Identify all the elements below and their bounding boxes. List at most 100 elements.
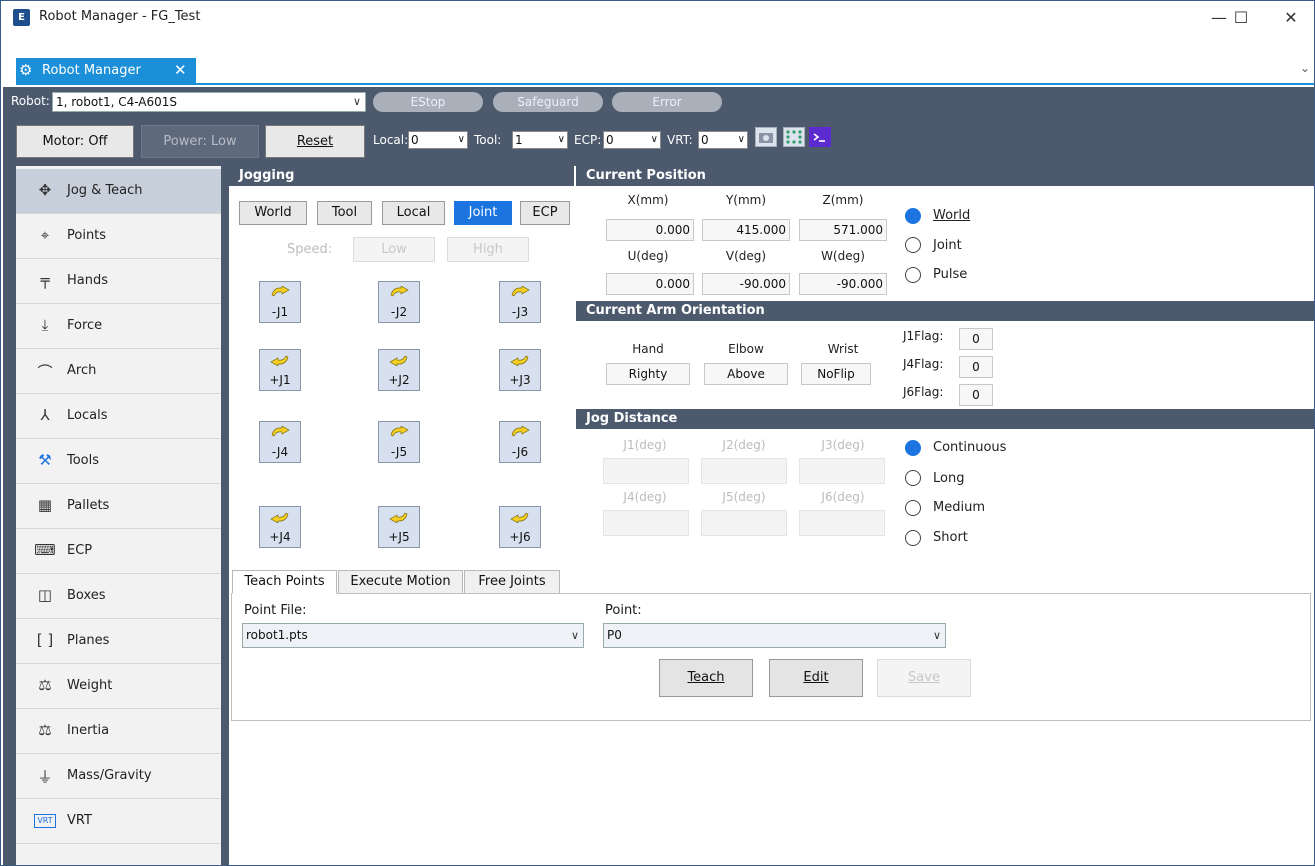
distance-long-radio[interactable] xyxy=(905,470,921,486)
maximize-button[interactable]: ☐ xyxy=(1221,5,1261,31)
distance-short-radio[interactable] xyxy=(905,530,921,546)
jog-minus-j4-button[interactable]: -J4 xyxy=(259,421,301,463)
distance-medium-radio[interactable] xyxy=(905,500,921,516)
sidebar-item-planes[interactable]: [ ] Planes xyxy=(16,619,221,664)
tab-execute-motion[interactable]: Execute Motion xyxy=(338,570,463,594)
position-joint-radio[interactable] xyxy=(905,237,921,253)
reset-button-label: Reset xyxy=(296,134,334,149)
app-icon: E xyxy=(13,9,30,26)
v-header: V(deg) xyxy=(725,249,767,263)
jog-plus-j1-button[interactable]: +J1 xyxy=(259,349,301,391)
z-value: 571.000 xyxy=(799,219,887,241)
j5-distance-input[interactable] xyxy=(701,510,787,536)
wrist-value: NoFlip xyxy=(801,363,871,385)
jog-mode-world-button[interactable]: World xyxy=(239,201,307,225)
sidebar-item-label: Planes xyxy=(67,633,110,648)
tool-select[interactable]: 1 ∨ xyxy=(512,131,568,149)
sidebar-item-vrt[interactable]: VRT VRT xyxy=(16,799,221,844)
tab-overflow-chevron-icon[interactable]: ⌄ xyxy=(1300,61,1310,75)
robot-manager-tab-icon: ⚙ xyxy=(19,61,33,79)
planes-icon: [ ] xyxy=(36,631,54,649)
rotate-arrow-icon xyxy=(270,512,289,523)
j1flag-label: J1Flag: xyxy=(903,329,944,343)
j6-distance-input[interactable] xyxy=(799,510,885,536)
jog-button-label: -J5 xyxy=(390,445,408,459)
reset-button[interactable]: Reset xyxy=(265,125,365,158)
position-pulse-radio[interactable] xyxy=(905,267,921,283)
sidebar-item-inertia[interactable]: ⚖ Inertia xyxy=(16,709,221,754)
sidebar-item-points[interactable]: ⌖ Points xyxy=(16,214,221,259)
jog-plus-j3-button[interactable]: +J3 xyxy=(499,349,541,391)
jog-minus-j2-button[interactable]: -J2 xyxy=(378,281,420,323)
power-button[interactable]: Power: Low xyxy=(141,125,259,158)
camera-button[interactable] xyxy=(755,127,777,147)
jog-minus-j3-button[interactable]: -J3 xyxy=(499,281,541,323)
j4-distance-input[interactable] xyxy=(603,510,689,536)
jog-minus-j6-button[interactable]: -J6 xyxy=(499,421,541,463)
position-world-radio[interactable] xyxy=(905,208,921,224)
save-button[interactable]: Save xyxy=(877,659,971,697)
sidebar-item-hands[interactable]: ╤ Hands xyxy=(16,259,221,304)
ecp-select[interactable]: 0 ∨ xyxy=(603,131,661,149)
tab-robot-manager[interactable]: ⚙ Robot Manager ✕ xyxy=(16,58,196,84)
sidebar-item-tools[interactable]: ⚒ Tools xyxy=(16,439,221,484)
sidebar-item-label: Inertia xyxy=(67,723,110,738)
point-file-value: robot1.pts xyxy=(246,628,308,642)
motor-button[interactable]: Motor: Off xyxy=(16,125,134,158)
vrt-label: VRT: xyxy=(667,133,693,147)
close-button[interactable]: ✕ xyxy=(1271,5,1311,31)
edit-button-label: Edit xyxy=(803,670,829,685)
sidebar-item-ecp[interactable]: ⌨ ECP xyxy=(16,529,221,574)
jog-button-label: -J4 xyxy=(271,445,289,459)
tab-free-joints[interactable]: Free Joints xyxy=(464,570,560,594)
teach-points-panel xyxy=(231,593,1311,721)
vrt-select[interactable]: 0 ∨ xyxy=(698,131,748,149)
jog-button-label: +J6 xyxy=(509,530,531,544)
grid-button[interactable] xyxy=(783,127,805,147)
safeguard-indicator: Safeguard xyxy=(493,92,603,112)
jog-plus-j4-button[interactable]: +J4 xyxy=(259,506,301,548)
j6flag-value: 0 xyxy=(959,384,993,406)
local-select[interactable]: 0 ∨ xyxy=(408,131,468,149)
sidebar-item-boxes[interactable]: ◫ Boxes xyxy=(16,574,221,619)
jog-mode-joint-button[interactable]: Joint xyxy=(454,201,512,225)
point-select[interactable]: P0 ∨ xyxy=(603,623,946,648)
tools-icon: ⚒ xyxy=(38,451,52,469)
close-tab-icon[interactable]: ✕ xyxy=(174,61,187,79)
sidebar-item-pallets[interactable]: ▦ Pallets xyxy=(16,484,221,529)
jog-mode-local-button[interactable]: Local xyxy=(382,201,445,225)
move-icon: ✥ xyxy=(38,181,52,199)
teach-button[interactable]: Teach xyxy=(659,659,753,697)
tab-teach-points[interactable]: Teach Points xyxy=(232,570,337,594)
sidebar-item-force[interactable]: ⤓ Force xyxy=(16,304,221,349)
robot-select[interactable]: 1, robot1, C4-A601S ∨ xyxy=(52,92,366,112)
sidebar-item-arch[interactable]: ⌒ Arch xyxy=(16,349,221,394)
j1-distance-input[interactable] xyxy=(603,458,689,484)
jog-plus-j6-button[interactable]: +J6 xyxy=(499,506,541,548)
jog-mode-ecp-button[interactable]: ECP xyxy=(520,201,570,225)
edit-button[interactable]: Edit xyxy=(769,659,863,697)
speed-low-button[interactable]: Low xyxy=(353,237,435,262)
ecp-select-value: 0 xyxy=(606,133,614,147)
distance-continuous-radio[interactable] xyxy=(905,440,921,456)
jog-minus-j1-button[interactable]: -J1 xyxy=(259,281,301,323)
point-file-select[interactable]: robot1.pts ∨ xyxy=(242,623,584,648)
jog-minus-j5-button[interactable]: -J5 xyxy=(378,421,420,463)
console-button[interactable] xyxy=(809,127,831,147)
sidebar-item-mass-gravity[interactable]: ⏚ Mass/Gravity xyxy=(16,754,221,799)
sidebar-item-locals[interactable]: ⅄ Locals xyxy=(16,394,221,439)
ecp-icon: ⌨ xyxy=(34,541,56,559)
jog-mode-tool-button[interactable]: Tool xyxy=(317,201,372,225)
distance-short-label: Short xyxy=(933,530,968,545)
jog-plus-j5-button[interactable]: +J5 xyxy=(378,506,420,548)
points-icon: ⌖ xyxy=(40,226,50,244)
j2-distance-input[interactable] xyxy=(701,458,787,484)
j3-distance-input[interactable] xyxy=(799,458,885,484)
speed-high-button[interactable]: High xyxy=(447,237,529,262)
jog-plus-j2-button[interactable]: +J2 xyxy=(378,349,420,391)
point-label: Point: xyxy=(605,603,642,618)
sidebar-item-weight[interactable]: ⚖ Weight xyxy=(16,664,221,709)
sidebar-item-jog-teach[interactable]: ✥ Jog & Teach xyxy=(16,169,221,214)
jog-button-label: +J4 xyxy=(269,530,291,544)
x-value: 0.000 xyxy=(606,219,694,241)
